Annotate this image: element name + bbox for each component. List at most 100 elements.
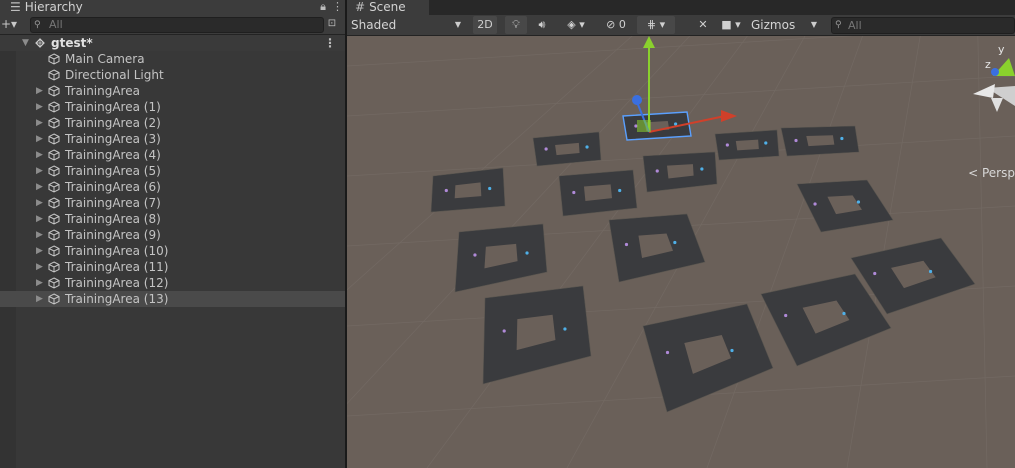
tab-hierarchy-label: Hierarchy	[24, 0, 83, 14]
expand-arrow-icon[interactable]: ▶	[36, 83, 43, 99]
toggle-2d-button[interactable]: 2D	[473, 16, 497, 34]
chevron-down-icon: ▼	[454, 20, 461, 29]
camera-icon: ■ ▾	[721, 18, 741, 31]
tab-scene-label: Scene	[369, 0, 406, 14]
scene-search-input[interactable]: ⚲ All	[831, 17, 1015, 34]
expand-arrow-icon[interactable]: ▶	[36, 115, 43, 131]
hierarchy-item[interactable]: ▶ TrainingArea (7)	[0, 195, 345, 211]
effects-dropdown[interactable]: ◈ ▾	[557, 16, 595, 34]
expand-arrow-icon[interactable]: ▶	[36, 275, 43, 291]
expand-arrow-icon[interactable]: ▶	[36, 211, 43, 227]
expand-arrow-icon[interactable]: ▶	[36, 195, 43, 211]
hierarchy-item[interactable]: ▶ TrainingArea (4)	[0, 147, 345, 163]
hierarchy-item-label: TrainingArea (3)	[65, 132, 161, 146]
gizmos-dropdown[interactable]: Gizmos ▼	[751, 16, 819, 34]
target-marker[interactable]	[618, 188, 622, 193]
agent-marker[interactable]	[572, 190, 576, 195]
expand-arrow-icon[interactable]: ▶	[36, 131, 43, 147]
expand-arrow-icon[interactable]: ▶	[36, 99, 43, 115]
agent-marker[interactable]	[873, 271, 877, 276]
agent-marker[interactable]	[655, 169, 659, 173]
hierarchy-item[interactable]: ▶ TrainingArea (9)	[0, 227, 345, 243]
agent-marker[interactable]	[502, 329, 506, 333]
hierarchy-item[interactable]: Main Camera	[0, 51, 345, 67]
target-marker[interactable]	[856, 200, 861, 204]
hierarchy-item[interactable]: ▶ TrainingArea (3)	[0, 131, 345, 147]
expand-arrow-icon[interactable]: ▶	[36, 243, 43, 259]
audio-toggle-button[interactable]: 🔊︎	[531, 16, 553, 34]
expand-arrow-icon[interactable]: ▶	[36, 291, 43, 307]
search-icon: ⚲	[835, 20, 842, 30]
create-dropdown-button[interactable]: +▾	[1, 16, 19, 32]
toggle-2d-label: 2D	[477, 18, 493, 31]
hierarchy-item[interactable]: ▶ TrainingArea (5)	[0, 163, 345, 179]
lock-icon[interactable]: 🔒︎	[320, 0, 326, 13]
hierarchy-item[interactable]: ▶ TrainingArea (8)	[0, 211, 345, 227]
hierarchy-item[interactable]: ▶ TrainingArea (10)	[0, 243, 345, 259]
hierarchy-item[interactable]: ▶ TrainingArea (13)	[0, 291, 345, 307]
target-marker[interactable]	[585, 145, 589, 149]
cube-icon	[48, 245, 60, 257]
kebab-menu-icon[interactable]: ⋮	[332, 0, 343, 13]
target-marker[interactable]	[840, 136, 844, 141]
hierarchy-item[interactable]: ▶ TrainingArea (6)	[0, 179, 345, 195]
target-marker[interactable]	[525, 251, 529, 255]
z-axis-arrow[interactable]	[632, 95, 642, 105]
projection-toggle[interactable]: < Persp	[968, 166, 1015, 180]
grid-dropdown[interactable]: ⋕ ▾	[637, 16, 675, 34]
target-marker[interactable]	[730, 348, 734, 353]
expand-arrow-icon[interactable]: ▼	[22, 35, 29, 51]
hierarchy-item-label: TrainingArea (6)	[65, 180, 161, 194]
scene-viewport[interactable]: y z < Persp	[347, 36, 1015, 468]
agent-marker[interactable]	[444, 188, 448, 193]
agent-marker[interactable]	[473, 253, 477, 257]
y-axis-arrow[interactable]	[643, 36, 655, 48]
tools-button[interactable]: ✕	[693, 16, 713, 34]
kebab-menu-icon[interactable]: ⋮	[324, 35, 336, 51]
hierarchy-item[interactable]: ▶ TrainingArea	[0, 83, 345, 99]
tab-hierarchy[interactable]: ☰ Hierarchy	[0, 0, 355, 15]
hierarchy-item[interactable]: ▶ TrainingArea (12)	[0, 275, 345, 291]
training-area-hole	[806, 135, 835, 147]
hierarchy-item-label: TrainingArea (8)	[65, 212, 161, 226]
hierarchy-item[interactable]: Directional Light	[0, 67, 345, 83]
agent-marker[interactable]	[813, 202, 817, 206]
agent-marker[interactable]	[624, 242, 629, 247]
expand-arrow-icon[interactable]: ▶	[36, 227, 43, 243]
camera-dropdown[interactable]: ■ ▾	[717, 16, 745, 34]
target-marker[interactable]	[842, 311, 846, 316]
target-marker[interactable]	[928, 269, 933, 274]
agent-marker[interactable]	[544, 147, 548, 151]
hidden-objects-toggle[interactable]: ⊘ 0	[599, 16, 633, 34]
hierarchy-items: Main Camera Directional Light ▶ TrainingAre…	[0, 51, 345, 307]
shading-mode-dropdown[interactable]: Shaded ▼	[351, 16, 465, 34]
target-marker[interactable]	[673, 240, 677, 245]
scene-canvas[interactable]: y z	[347, 36, 1015, 468]
x-axis-arrow[interactable]	[721, 110, 737, 122]
agent-marker[interactable]	[725, 143, 729, 147]
agent-marker[interactable]	[665, 350, 670, 355]
target-marker[interactable]	[563, 327, 567, 331]
agent-marker[interactable]	[784, 313, 788, 318]
lighting-toggle-button[interactable]: 💡︎	[505, 16, 527, 34]
scene-row[interactable]: ▼ gtest* ⋮	[0, 35, 345, 51]
hierarchy-item[interactable]: ▶ TrainingArea (2)	[0, 115, 345, 131]
hierarchy-search-input[interactable]: ⚲ All	[30, 17, 324, 33]
agent-marker[interactable]	[794, 138, 798, 143]
target-marker[interactable]	[674, 122, 678, 126]
cube-icon	[48, 197, 60, 209]
plane-handle[interactable]	[637, 120, 651, 132]
cube-icon	[48, 101, 60, 113]
hierarchy-item[interactable]: ▶ TrainingArea (1)	[0, 99, 345, 115]
expand-arrow-icon[interactable]: ▶	[36, 147, 43, 163]
search-by-type-icon[interactable]: ⊡	[325, 17, 339, 31]
target-marker[interactable]	[488, 186, 492, 191]
expand-arrow-icon[interactable]: ▶	[36, 163, 43, 179]
target-marker[interactable]	[764, 141, 768, 145]
tab-scene[interactable]: # Scene	[347, 0, 429, 15]
expand-arrow-icon[interactable]: ▶	[36, 179, 43, 195]
gizmos-label: Gizmos	[751, 18, 796, 32]
expand-arrow-icon[interactable]: ▶	[36, 259, 43, 275]
target-marker[interactable]	[700, 167, 704, 171]
hierarchy-item[interactable]: ▶ TrainingArea (11)	[0, 259, 345, 275]
